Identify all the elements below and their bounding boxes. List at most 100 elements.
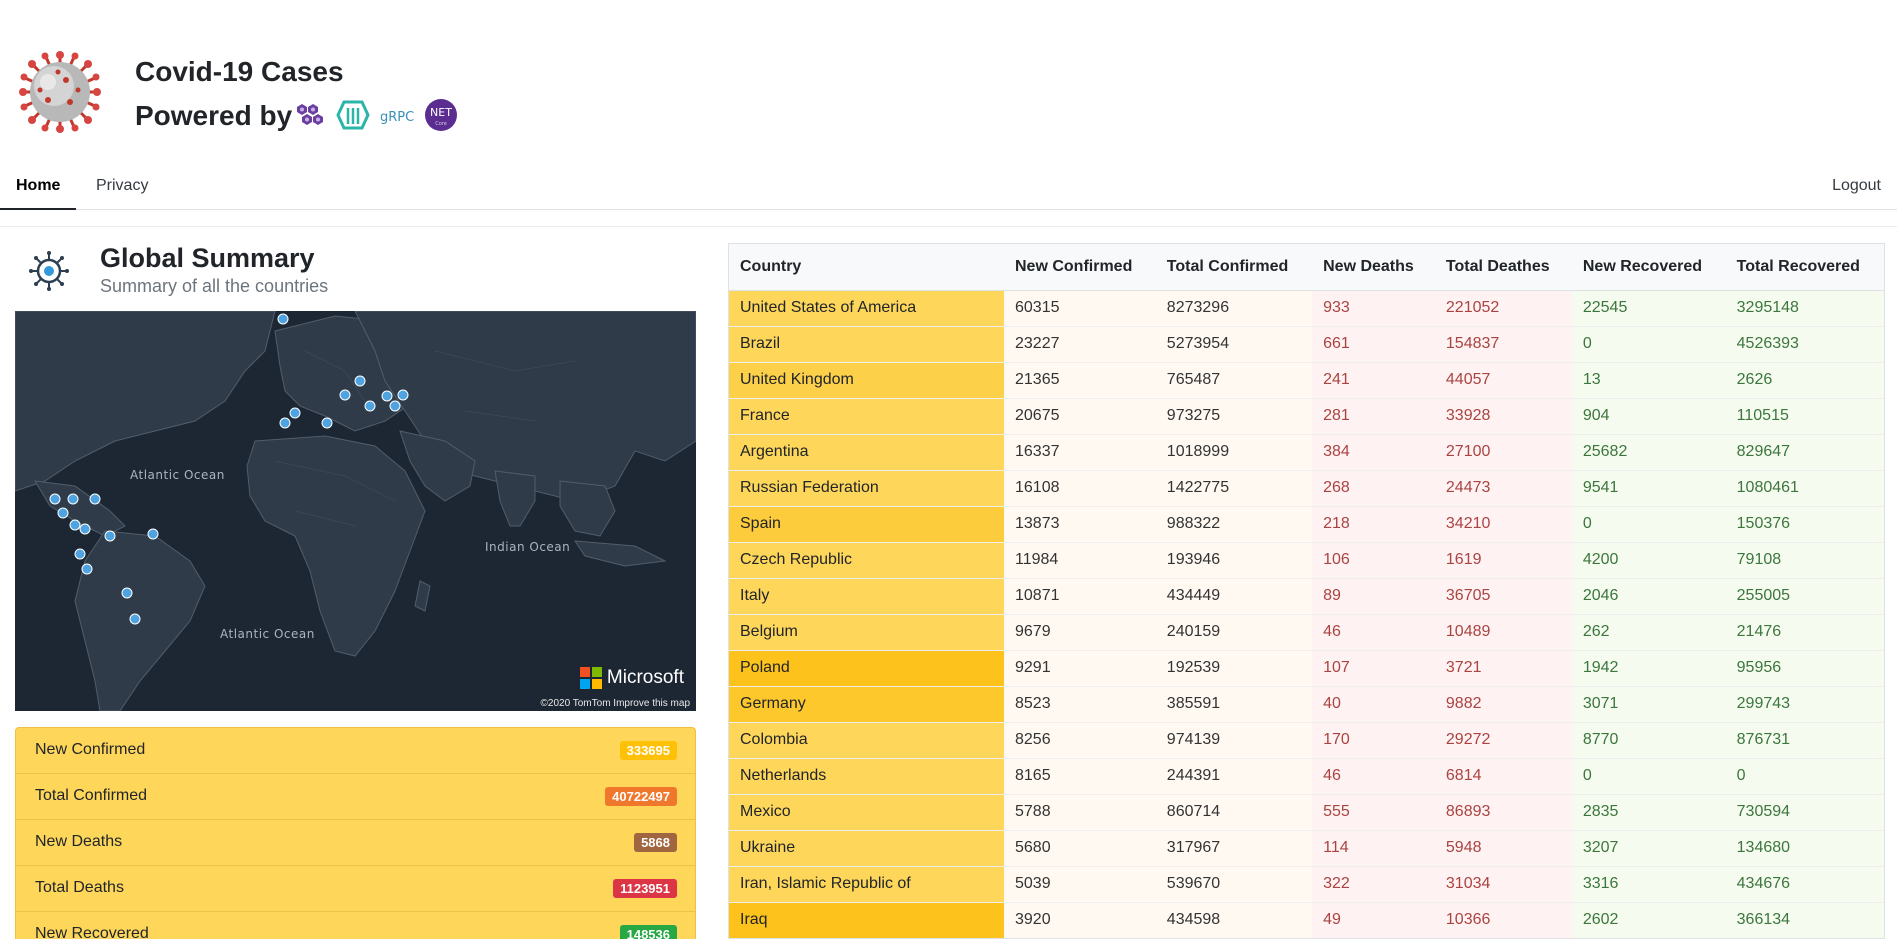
value-cell: 8273296 bbox=[1155, 290, 1313, 327]
value-cell: 730594 bbox=[1725, 794, 1884, 831]
country-cell: Italy bbox=[729, 578, 1004, 615]
table-row[interactable]: Belgium 9679 240159 46 10489 262 21476 bbox=[729, 614, 1884, 651]
table-row[interactable]: Ukraine 5680 317967 114 5948 3207 134680 bbox=[729, 830, 1884, 867]
value-cell: 384 bbox=[1312, 434, 1435, 471]
value-cell: 33928 bbox=[1434, 398, 1572, 435]
table-row[interactable]: Netherlands 8165 244391 46 6814 0 0 bbox=[729, 758, 1884, 795]
value-cell: 44057 bbox=[1434, 362, 1572, 399]
column-header[interactable]: New Recovered bbox=[1571, 244, 1726, 291]
country-cell: Czech Republic bbox=[729, 542, 1004, 579]
map-attribution-link[interactable]: ©2020 TomTom Improve this map bbox=[541, 698, 690, 709]
column-header[interactable]: Total Confirmed bbox=[1155, 244, 1313, 291]
value-cell: 134680 bbox=[1725, 830, 1884, 867]
value-cell: 24473 bbox=[1434, 470, 1572, 507]
table-row[interactable]: Russian Federation 16108 1422775 268 24473 95… bbox=[729, 470, 1884, 507]
summary-label: Total Confirmed bbox=[35, 787, 148, 804]
value-cell: 4200 bbox=[1571, 542, 1726, 579]
nav-privacy-link[interactable]: Privacy bbox=[80, 168, 164, 210]
column-header[interactable]: Total Recovered bbox=[1725, 244, 1884, 291]
country-cell: Russian Federation bbox=[729, 470, 1004, 507]
summary-row: New Recovered 148536 bbox=[16, 912, 695, 939]
table-row[interactable]: United States of America 60315 8273296 933 2… bbox=[729, 290, 1884, 327]
column-header[interactable]: New Deaths bbox=[1312, 244, 1435, 291]
country-cell: United Kingdom bbox=[729, 362, 1004, 399]
summary-badge: 5868 bbox=[634, 833, 677, 852]
summary-badge: 148536 bbox=[619, 925, 677, 939]
summary-row: Total Confirmed 40722497 bbox=[16, 774, 695, 820]
value-cell: 16108 bbox=[1004, 470, 1156, 507]
ocean-label: Indian Ocean bbox=[485, 540, 571, 554]
column-header[interactable]: Total Deathes bbox=[1434, 244, 1572, 291]
value-cell: 1619 bbox=[1434, 542, 1572, 579]
table-row[interactable]: France 20675 973275 281 33928 904 110515 bbox=[729, 398, 1884, 435]
value-cell: 366134 bbox=[1725, 902, 1884, 938]
summary-label: New Deaths bbox=[35, 833, 123, 850]
table-row[interactable]: Iraq 3920 434598 49 10366 2602 366134 bbox=[729, 902, 1884, 938]
value-cell: 434598 bbox=[1155, 902, 1313, 938]
world-map[interactable]: Atlantic Ocean Indian Ocean Atlantic Oce… bbox=[15, 311, 696, 711]
country-cell: Iraq bbox=[729, 902, 1004, 938]
global-summary-list: New Confirmed 333695 Total Confirmed 407… bbox=[15, 727, 696, 939]
summary-badge: 333695 bbox=[619, 741, 677, 760]
value-cell: 10366 bbox=[1434, 902, 1572, 938]
value-cell: 86893 bbox=[1434, 794, 1572, 831]
value-cell: 13 bbox=[1571, 362, 1726, 399]
table-row[interactable]: Czech Republic 11984 193946 106 1619 4200 7910… bbox=[729, 542, 1884, 579]
country-cell: Mexico bbox=[729, 794, 1004, 831]
logout-link[interactable]: Logout bbox=[1816, 168, 1897, 210]
table-row[interactable]: Poland 9291 192539 107 3721 1942 95956 bbox=[729, 650, 1884, 687]
value-cell: 5948 bbox=[1434, 830, 1572, 867]
summary-row: New Confirmed 333695 bbox=[16, 728, 695, 774]
country-cell: Ukraine bbox=[729, 830, 1004, 867]
ocean-label: Atlantic Ocean bbox=[220, 627, 315, 641]
virus-outline-icon bbox=[28, 250, 70, 292]
powered-by-label: Powered by bbox=[135, 100, 293, 131]
nav-home-tab[interactable]: Home bbox=[0, 168, 77, 210]
table-row[interactable]: Colombia 8256 974139 170 29272 8770 876731 bbox=[729, 722, 1884, 759]
table-row[interactable]: Mexico 5788 860714 555 86893 2835 730594 bbox=[729, 794, 1884, 831]
value-cell: 31034 bbox=[1434, 866, 1572, 903]
table-row[interactable]: Brazil 23227 5273954 661 154837 0 4526393 bbox=[729, 326, 1884, 363]
value-cell: 218 bbox=[1312, 506, 1435, 543]
table-row[interactable]: United Kingdom 21365 765487 241 44057 13 2626 bbox=[729, 362, 1884, 399]
ocean-label: Atlantic Ocean bbox=[130, 468, 225, 482]
table-row[interactable]: Iran, Islamic Republic of 5039 539670 322 31… bbox=[729, 866, 1884, 903]
summary-label: New Confirmed bbox=[35, 741, 146, 758]
value-cell: 1018999 bbox=[1155, 434, 1313, 471]
value-cell: 2626 bbox=[1725, 362, 1884, 399]
table-row[interactable]: Italy 10871 434449 89 36705 2046 255005 bbox=[729, 578, 1884, 615]
value-cell: 0 bbox=[1571, 506, 1726, 543]
value-cell: 46 bbox=[1312, 758, 1435, 795]
value-cell: 3316 bbox=[1571, 866, 1726, 903]
summary-label: Total Deaths bbox=[35, 879, 124, 896]
value-cell: 317967 bbox=[1155, 830, 1313, 867]
column-header[interactable]: New Confirmed bbox=[1004, 244, 1156, 291]
summary-badge: 1123951 bbox=[613, 879, 677, 898]
summary-label: New Recovered bbox=[35, 925, 149, 939]
coronavirus-logo-icon bbox=[18, 50, 102, 134]
country-cell: Belgium bbox=[729, 614, 1004, 651]
map-canvas[interactable] bbox=[15, 311, 696, 711]
value-cell: 150376 bbox=[1725, 506, 1884, 543]
value-cell: 322 bbox=[1312, 866, 1435, 903]
value-cell: 1942 bbox=[1571, 650, 1726, 687]
table-row[interactable]: Germany 8523 385591 40 9882 3071 299743 bbox=[729, 686, 1884, 723]
global-summary-subtitle: Summary of all the countries bbox=[100, 276, 329, 296]
value-cell: 3207 bbox=[1571, 830, 1726, 867]
value-cell: 255005 bbox=[1725, 578, 1884, 615]
value-cell: 2046 bbox=[1571, 578, 1726, 615]
value-cell: 3295148 bbox=[1725, 290, 1884, 327]
value-cell: 22545 bbox=[1571, 290, 1726, 327]
summary-row: New Deaths 5868 bbox=[16, 820, 695, 866]
value-cell: 11984 bbox=[1004, 542, 1156, 579]
main-nav: Home Privacy Logout bbox=[0, 168, 1897, 210]
table-row[interactable]: Argentina 16337 1018999 384 27100 25682 829647 bbox=[729, 434, 1884, 471]
country-table: Country New Confirmed Total Confirmed Ne… bbox=[728, 243, 1885, 939]
column-header[interactable]: Country bbox=[729, 244, 1004, 291]
country-cell: Brazil bbox=[729, 326, 1004, 363]
table-row[interactable]: Spain 13873 988322 218 34210 0 150376 bbox=[729, 506, 1884, 543]
value-cell: 765487 bbox=[1155, 362, 1313, 399]
value-cell: 23227 bbox=[1004, 326, 1156, 363]
value-cell: 5788 bbox=[1004, 794, 1156, 831]
value-cell: 110515 bbox=[1725, 398, 1884, 435]
